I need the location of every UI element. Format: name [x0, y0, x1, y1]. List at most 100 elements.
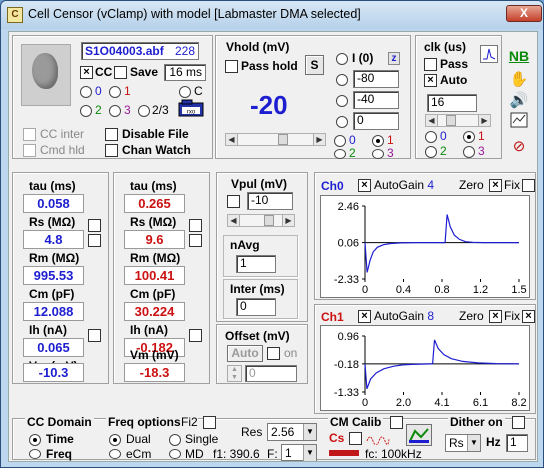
ih-checkbox-1[interactable]: [88, 329, 101, 342]
vhold-preset-1-radio[interactable]: [336, 74, 348, 86]
s-button[interactable]: S: [305, 55, 324, 75]
vhold-preset-2[interactable]: -40: [353, 91, 399, 109]
clk-scroll-thumb[interactable]: [446, 115, 456, 126]
clk-radio-2[interactable]: [425, 146, 437, 158]
vhold-scrollbar[interactable]: ◀ ▶: [225, 133, 326, 146]
rs-checkbox-1b[interactable]: [88, 234, 101, 247]
offset-value[interactable]: 0: [245, 365, 297, 382]
file-number: 228: [174, 44, 195, 58]
vpul-scroll-right-icon[interactable]: ▶: [282, 215, 294, 226]
freq-radio[interactable]: [29, 449, 41, 459]
vhold-preset-3-radio[interactable]: [336, 116, 348, 128]
res-select[interactable]: 2.56 ▼: [267, 423, 317, 441]
rxo-icon[interactable]: rxo: [178, 99, 204, 117]
rs-checkbox-2b[interactable]: [189, 234, 202, 247]
offset-spinner[interactable]: ▲ ▼: [227, 365, 242, 382]
ch1-zero-checkbox[interactable]: ×: [489, 310, 502, 323]
radio-0[interactable]: [80, 86, 92, 98]
single-radio[interactable]: [169, 434, 181, 446]
scroll-right-icon[interactable]: ▶: [313, 134, 325, 145]
scroll-left-icon[interactable]: ◀: [226, 134, 238, 145]
vhold-radio-0[interactable]: [334, 135, 346, 147]
vpul-value[interactable]: -10: [247, 192, 293, 210]
rs-dropdown-icon[interactable]: ▼: [467, 435, 480, 451]
ecm-radio[interactable]: [109, 449, 121, 459]
pass-hold-checkbox[interactable]: [225, 60, 238, 73]
vhold-radio-1[interactable]: [372, 135, 384, 147]
close-button[interactable]: X: [506, 5, 542, 22]
radio-3[interactable]: [109, 105, 121, 117]
hz-value[interactable]: 1: [506, 434, 528, 452]
vhold-preset-1[interactable]: -80: [353, 70, 399, 88]
i0-radio[interactable]: [336, 53, 348, 65]
clk-scrollbar[interactable]: ◀ ▶: [425, 114, 491, 127]
vhold-title: Vhold (mV): [226, 40, 290, 54]
offset-auto-button[interactable]: Auto: [227, 345, 263, 362]
ch0-fix-checkbox[interactable]: [522, 179, 535, 192]
vhold-radio-2[interactable]: [334, 149, 346, 159]
z-button[interactable]: z: [388, 52, 400, 65]
vpul-scrollbar[interactable]: ◀ ▶: [227, 214, 295, 227]
file-name-field[interactable]: S1O04003.abf 228: [81, 42, 199, 60]
cc-inter-checkbox[interactable]: [23, 128, 36, 141]
cm-calib-checkbox[interactable]: [390, 416, 403, 429]
disable-file-checkbox[interactable]: [105, 128, 118, 141]
hand-icon[interactable]: ✋: [508, 69, 530, 91]
clk-scroll-right-icon[interactable]: ▶: [478, 115, 490, 126]
clk-panel: clk (us) Pass × Auto 16 ◀ ▶ 0 1 2 3: [415, 35, 502, 159]
f-dropdown-icon[interactable]: ▼: [303, 445, 316, 461]
rs-checkbox-1[interactable]: [88, 219, 101, 232]
inter-value[interactable]: 0: [236, 298, 276, 316]
duration-field[interactable]: 16 ms: [164, 64, 206, 81]
res-dropdown-icon[interactable]: ▼: [303, 424, 316, 440]
dither-checkbox[interactable]: [512, 416, 525, 429]
fi2-checkbox[interactable]: [203, 416, 216, 429]
vpul-scroll-thumb[interactable]: [264, 215, 274, 226]
clk-radio-1[interactable]: [463, 131, 475, 143]
vpul-scroll-left-icon[interactable]: ◀: [228, 215, 240, 226]
rs-checkbox-2[interactable]: [189, 219, 202, 232]
md-radio[interactable]: [169, 449, 181, 459]
nb-icon[interactable]: NB: [508, 45, 530, 67]
clk-value[interactable]: 16: [427, 94, 477, 112]
clk-auto-checkbox[interactable]: ×: [424, 74, 437, 87]
time-radio[interactable]: [29, 434, 41, 446]
offset-on-checkbox[interactable]: [267, 347, 280, 360]
vpul-checkbox[interactable]: [227, 195, 240, 208]
vhold-preset-2-radio[interactable]: [336, 95, 348, 107]
ch0-autogain-checkbox[interactable]: ×: [358, 179, 371, 192]
y-tick-label: 2.46: [338, 201, 359, 213]
x-tick-label: 0: [362, 397, 368, 409]
radio-23[interactable]: [138, 105, 150, 117]
ch0-zero-checkbox[interactable]: ×: [489, 179, 502, 192]
ch1-chart[interactable]: 0.96 -0.18 -1.33 0 2.0 4.1 6.1 8.2: [320, 325, 530, 411]
ch1-autogain-checkbox[interactable]: ×: [358, 310, 371, 323]
f-select[interactable]: 1 ▼: [281, 444, 317, 461]
radio-1[interactable]: [109, 86, 121, 98]
vhold-preset-3[interactable]: 0: [353, 112, 399, 130]
chart-icon[interactable]: [508, 112, 530, 134]
dual-radio[interactable]: [109, 434, 121, 446]
scroll-thumb[interactable]: [278, 134, 288, 145]
cc-checkbox[interactable]: ×: [80, 66, 93, 79]
calib-button[interactable]: [406, 424, 432, 446]
chan-watch-checkbox[interactable]: [105, 144, 118, 157]
speaker-icon[interactable]: 🔊: [508, 90, 530, 112]
radio-c[interactable]: [179, 86, 191, 98]
vhold-radio-3[interactable]: [372, 149, 384, 159]
clk-radio-3[interactable]: [463, 146, 475, 158]
ch1-fix-checkbox[interactable]: ×: [522, 310, 535, 323]
cs-checkbox[interactable]: [349, 432, 362, 445]
navg-value[interactable]: 1: [236, 255, 276, 273]
ch0-chart[interactable]: 2.46 0.06 -2.33 0 0.4 0.8 1.2 1.5: [320, 195, 530, 298]
clk-scroll-left-icon[interactable]: ◀: [426, 115, 438, 126]
clk-pass-checkbox[interactable]: [424, 58, 437, 71]
rs-select[interactable]: Rs ▼: [445, 434, 481, 452]
cmd-hld-checkbox[interactable]: [23, 144, 36, 157]
radio-2[interactable]: [80, 105, 92, 117]
pulse-icon[interactable]: [480, 45, 498, 63]
clk-radio-0[interactable]: [425, 131, 437, 143]
ih-checkbox-2[interactable]: [189, 329, 202, 342]
save-checkbox[interactable]: [114, 66, 127, 79]
no-camera-icon[interactable]: ⊘: [508, 136, 530, 158]
